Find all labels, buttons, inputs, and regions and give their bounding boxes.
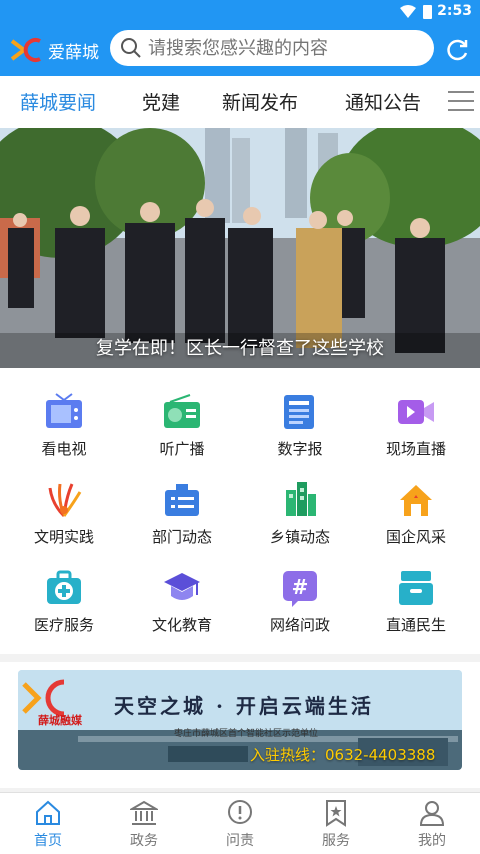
house-icon [400, 485, 432, 516]
medical-kit-icon [47, 570, 81, 604]
news-banner[interactable] [0, 128, 480, 368]
civilization-icon [48, 483, 82, 518]
service-online-inquiry[interactable]: # 网络问政 [240, 544, 360, 634]
ad-section: 薛城融媒 天空之城 · 开启云端生活 枣庄市薛城区首个智能社区示范单位 入驻热线… [0, 662, 480, 788]
status-bar: 2:53 [0, 0, 480, 24]
service-grid: 看电视 听广播 数字报 现场直播 文明实践 部门动态 乡镇动态 国企风采 医疗服… [0, 368, 480, 654]
alert-icon [228, 800, 252, 824]
service-education[interactable]: 文化教育 [122, 544, 242, 634]
town-buildings-icon [286, 482, 316, 516]
service-livelihood[interactable]: 直通民生 [356, 544, 476, 634]
app-logo[interactable]: 爱薛城 [10, 36, 99, 64]
app-header: 爱薛城 [0, 24, 480, 76]
radio-icon [164, 394, 200, 428]
service-civilization[interactable]: 文明实践 [4, 456, 124, 546]
hashtag-icon: # [283, 571, 317, 607]
category-tabs: 薛城要闻 党建 新闻发布 通知公告 [0, 76, 480, 128]
service-town[interactable]: 乡镇动态 [240, 456, 360, 546]
svg-text:#: # [292, 575, 309, 599]
menu-icon[interactable] [448, 91, 474, 113]
ad-slogan: 天空之城 · 开启云端生活 [114, 694, 374, 718]
graduation-cap-icon [164, 573, 200, 600]
logo-text: 爱薛城 [48, 42, 99, 63]
service-digital-paper[interactable]: 数字报 [240, 368, 360, 458]
nav-home[interactable]: 首页 [0, 793, 96, 854]
search-icon [121, 38, 141, 58]
tv-icon [46, 393, 82, 428]
status-time: 2:53 [437, 3, 472, 19]
tab-press-release[interactable]: 新闻发布 [222, 88, 298, 115]
bottom-nav: 首页 政务 问责 服务 我的 [0, 792, 480, 854]
service-watch-tv[interactable]: 看电视 [4, 368, 124, 458]
logo-icon [10, 38, 41, 62]
service-state-enterprise[interactable]: 国企风采 [356, 456, 476, 546]
ad-hotline: 入驻热线：0632-4403388 [250, 746, 436, 764]
tab-notice[interactable]: 通知公告 [345, 88, 421, 115]
nav-accountability[interactable]: 问责 [192, 793, 288, 854]
search-box[interactable] [110, 30, 434, 66]
tab-party[interactable]: 党建 [142, 88, 180, 115]
search-input[interactable] [148, 37, 428, 59]
service-department[interactable]: 部门动态 [122, 456, 242, 546]
banner-photo [0, 128, 480, 368]
user-icon [419, 801, 445, 826]
nav-government[interactable]: 政务 [96, 793, 192, 854]
wifi-icon [400, 5, 416, 18]
ad-banner[interactable]: 薛城融媒 天空之城 · 开启云端生活 枣庄市薛城区首个智能社区示范单位 入驻热线… [18, 670, 462, 770]
home-icon [36, 800, 60, 825]
ad-subtitle: 枣庄市薛城区首个智能社区示范单位 [174, 729, 319, 739]
service-live[interactable]: 现场直播 [356, 368, 476, 458]
battery-icon [423, 5, 432, 19]
service-radio[interactable]: 听广播 [122, 368, 242, 458]
live-video-icon [398, 400, 434, 424]
nav-mine[interactable]: 我的 [384, 793, 480, 854]
bookmark-star-icon [326, 800, 346, 827]
banner-caption[interactable]: 复学在即！区长一行督查了这些学校 [0, 334, 480, 360]
tab-xuecheng-news[interactable]: 薛城要闻 [20, 88, 96, 115]
service-medical[interactable]: 医疗服务 [4, 544, 124, 634]
government-icon [130, 800, 158, 825]
inbox-icon [399, 571, 433, 605]
newspaper-icon [284, 395, 314, 429]
nav-services[interactable]: 服务 [288, 793, 384, 854]
refresh-icon[interactable] [444, 37, 470, 63]
ad-brand: 薛城融媒 [38, 714, 82, 727]
department-icon [165, 484, 199, 516]
